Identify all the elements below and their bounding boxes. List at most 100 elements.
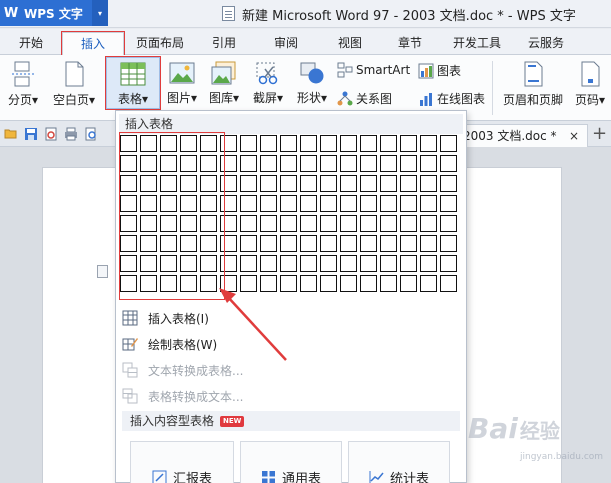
grid-cell[interactable] — [140, 175, 157, 192]
grid-cell[interactable] — [220, 275, 237, 292]
grid-cell[interactable] — [200, 275, 217, 292]
grid-cell[interactable] — [140, 275, 157, 292]
grid-cell[interactable] — [320, 275, 337, 292]
grid-cell[interactable] — [380, 275, 397, 292]
grid-cell[interactable] — [240, 255, 257, 272]
grid-cell[interactable] — [420, 195, 437, 212]
grid-cell[interactable] — [180, 195, 197, 212]
app-menu-dropdown-icon[interactable]: ▾ — [92, 0, 108, 26]
grid-cell[interactable] — [280, 235, 297, 252]
tab-review[interactable]: 审阅 — [262, 32, 310, 55]
grid-cell[interactable] — [300, 215, 317, 232]
grid-cell[interactable] — [120, 235, 137, 252]
picture-button[interactable]: 图片▾ — [162, 61, 202, 106]
grid-cell[interactable] — [240, 135, 257, 152]
grid-cell[interactable] — [180, 155, 197, 172]
grid-cell[interactable] — [300, 235, 317, 252]
grid-cell[interactable] — [380, 195, 397, 212]
grid-cell[interactable] — [160, 255, 177, 272]
grid-cell[interactable] — [120, 195, 137, 212]
grid-cell[interactable] — [260, 175, 277, 192]
grid-cell[interactable] — [160, 235, 177, 252]
grid-cell[interactable] — [340, 155, 357, 172]
grid-cell[interactable] — [260, 195, 277, 212]
table-to-text-item[interactable]: 表格转换成文本... — [122, 385, 243, 407]
grid-cell[interactable] — [320, 155, 337, 172]
grid-cell[interactable] — [440, 275, 457, 292]
tab-cloud[interactable]: 云服务 — [518, 32, 574, 55]
grid-cell[interactable] — [400, 135, 417, 152]
grid-cell[interactable] — [200, 235, 217, 252]
grid-cell[interactable] — [420, 135, 437, 152]
grid-cell[interactable] — [140, 195, 157, 212]
grid-cell[interactable] — [260, 155, 277, 172]
grid-cell[interactable] — [300, 175, 317, 192]
grid-cell[interactable] — [320, 135, 337, 152]
grid-cell[interactable] — [380, 155, 397, 172]
grid-cell[interactable] — [180, 175, 197, 192]
save-icon[interactable] — [24, 127, 38, 141]
insert-table-item[interactable]: 插入表格(I) — [122, 307, 209, 329]
grid-cell[interactable] — [260, 235, 277, 252]
grid-cell[interactable] — [220, 155, 237, 172]
grid-cell[interactable] — [200, 155, 217, 172]
grid-cell[interactable] — [300, 275, 317, 292]
header-footer-button[interactable]: 页眉和页脚 — [498, 61, 568, 108]
grid-cell[interactable] — [140, 255, 157, 272]
grid-cell[interactable] — [360, 135, 377, 152]
stats-table-card[interactable]: 统计表 — [348, 441, 450, 483]
grid-cell[interactable] — [160, 275, 177, 292]
grid-cell[interactable] — [220, 195, 237, 212]
grid-cell[interactable] — [160, 175, 177, 192]
grid-cell[interactable] — [380, 235, 397, 252]
grid-cell[interactable] — [280, 255, 297, 272]
grid-cell[interactable] — [280, 215, 297, 232]
grid-cell[interactable] — [300, 155, 317, 172]
grid-cell[interactable] — [180, 135, 197, 152]
grid-cell[interactable] — [340, 215, 357, 232]
close-tab-icon[interactable]: × — [569, 125, 579, 147]
grid-cell[interactable] — [220, 135, 237, 152]
grid-cell[interactable] — [240, 275, 257, 292]
grid-cell[interactable] — [400, 235, 417, 252]
grid-cell[interactable] — [120, 155, 137, 172]
grid-cell[interactable] — [440, 195, 457, 212]
grid-cell[interactable] — [140, 135, 157, 152]
grid-cell[interactable] — [400, 195, 417, 212]
grid-cell[interactable] — [420, 255, 437, 272]
tab-references[interactable]: 引用 — [200, 32, 248, 55]
grid-cell[interactable] — [260, 215, 277, 232]
grid-cell[interactable] — [320, 175, 337, 192]
grid-cell[interactable] — [280, 155, 297, 172]
grid-cell[interactable] — [380, 255, 397, 272]
grid-cell[interactable] — [320, 235, 337, 252]
grid-cell[interactable] — [340, 135, 357, 152]
grid-cell[interactable] — [280, 135, 297, 152]
grid-cell[interactable] — [440, 215, 457, 232]
grid-cell[interactable] — [200, 175, 217, 192]
app-menu-button[interactable]: W WPS 文字 ▾ — [0, 0, 108, 26]
grid-cell[interactable] — [120, 215, 137, 232]
grid-cell[interactable] — [260, 275, 277, 292]
grid-cell[interactable] — [360, 275, 377, 292]
grid-cell[interactable] — [160, 215, 177, 232]
grid-cell[interactable] — [440, 255, 457, 272]
grid-cell[interactable] — [400, 175, 417, 192]
relation-chart-button[interactable]: 关系图 — [337, 90, 392, 107]
grid-cell[interactable] — [420, 175, 437, 192]
screenshot-button[interactable]: 截屏▾ — [248, 61, 288, 106]
grid-cell[interactable] — [280, 175, 297, 192]
grid-cell[interactable] — [320, 255, 337, 272]
grid-cell[interactable] — [120, 255, 137, 272]
grid-cell[interactable] — [440, 135, 457, 152]
grid-cell[interactable] — [120, 175, 137, 192]
tab-developer[interactable]: 开发工具 — [446, 32, 508, 55]
grid-cell[interactable] — [220, 255, 237, 272]
blank-page-button[interactable]: 空白页▾ — [48, 61, 100, 108]
report-table-card[interactable]: 汇报表 — [130, 441, 234, 483]
grid-cell[interactable] — [380, 215, 397, 232]
text-to-table-item[interactable]: 文本转换成表格... — [122, 359, 243, 381]
grid-cell[interactable] — [360, 195, 377, 212]
grid-cell[interactable] — [160, 135, 177, 152]
grid-cell[interactable] — [380, 135, 397, 152]
